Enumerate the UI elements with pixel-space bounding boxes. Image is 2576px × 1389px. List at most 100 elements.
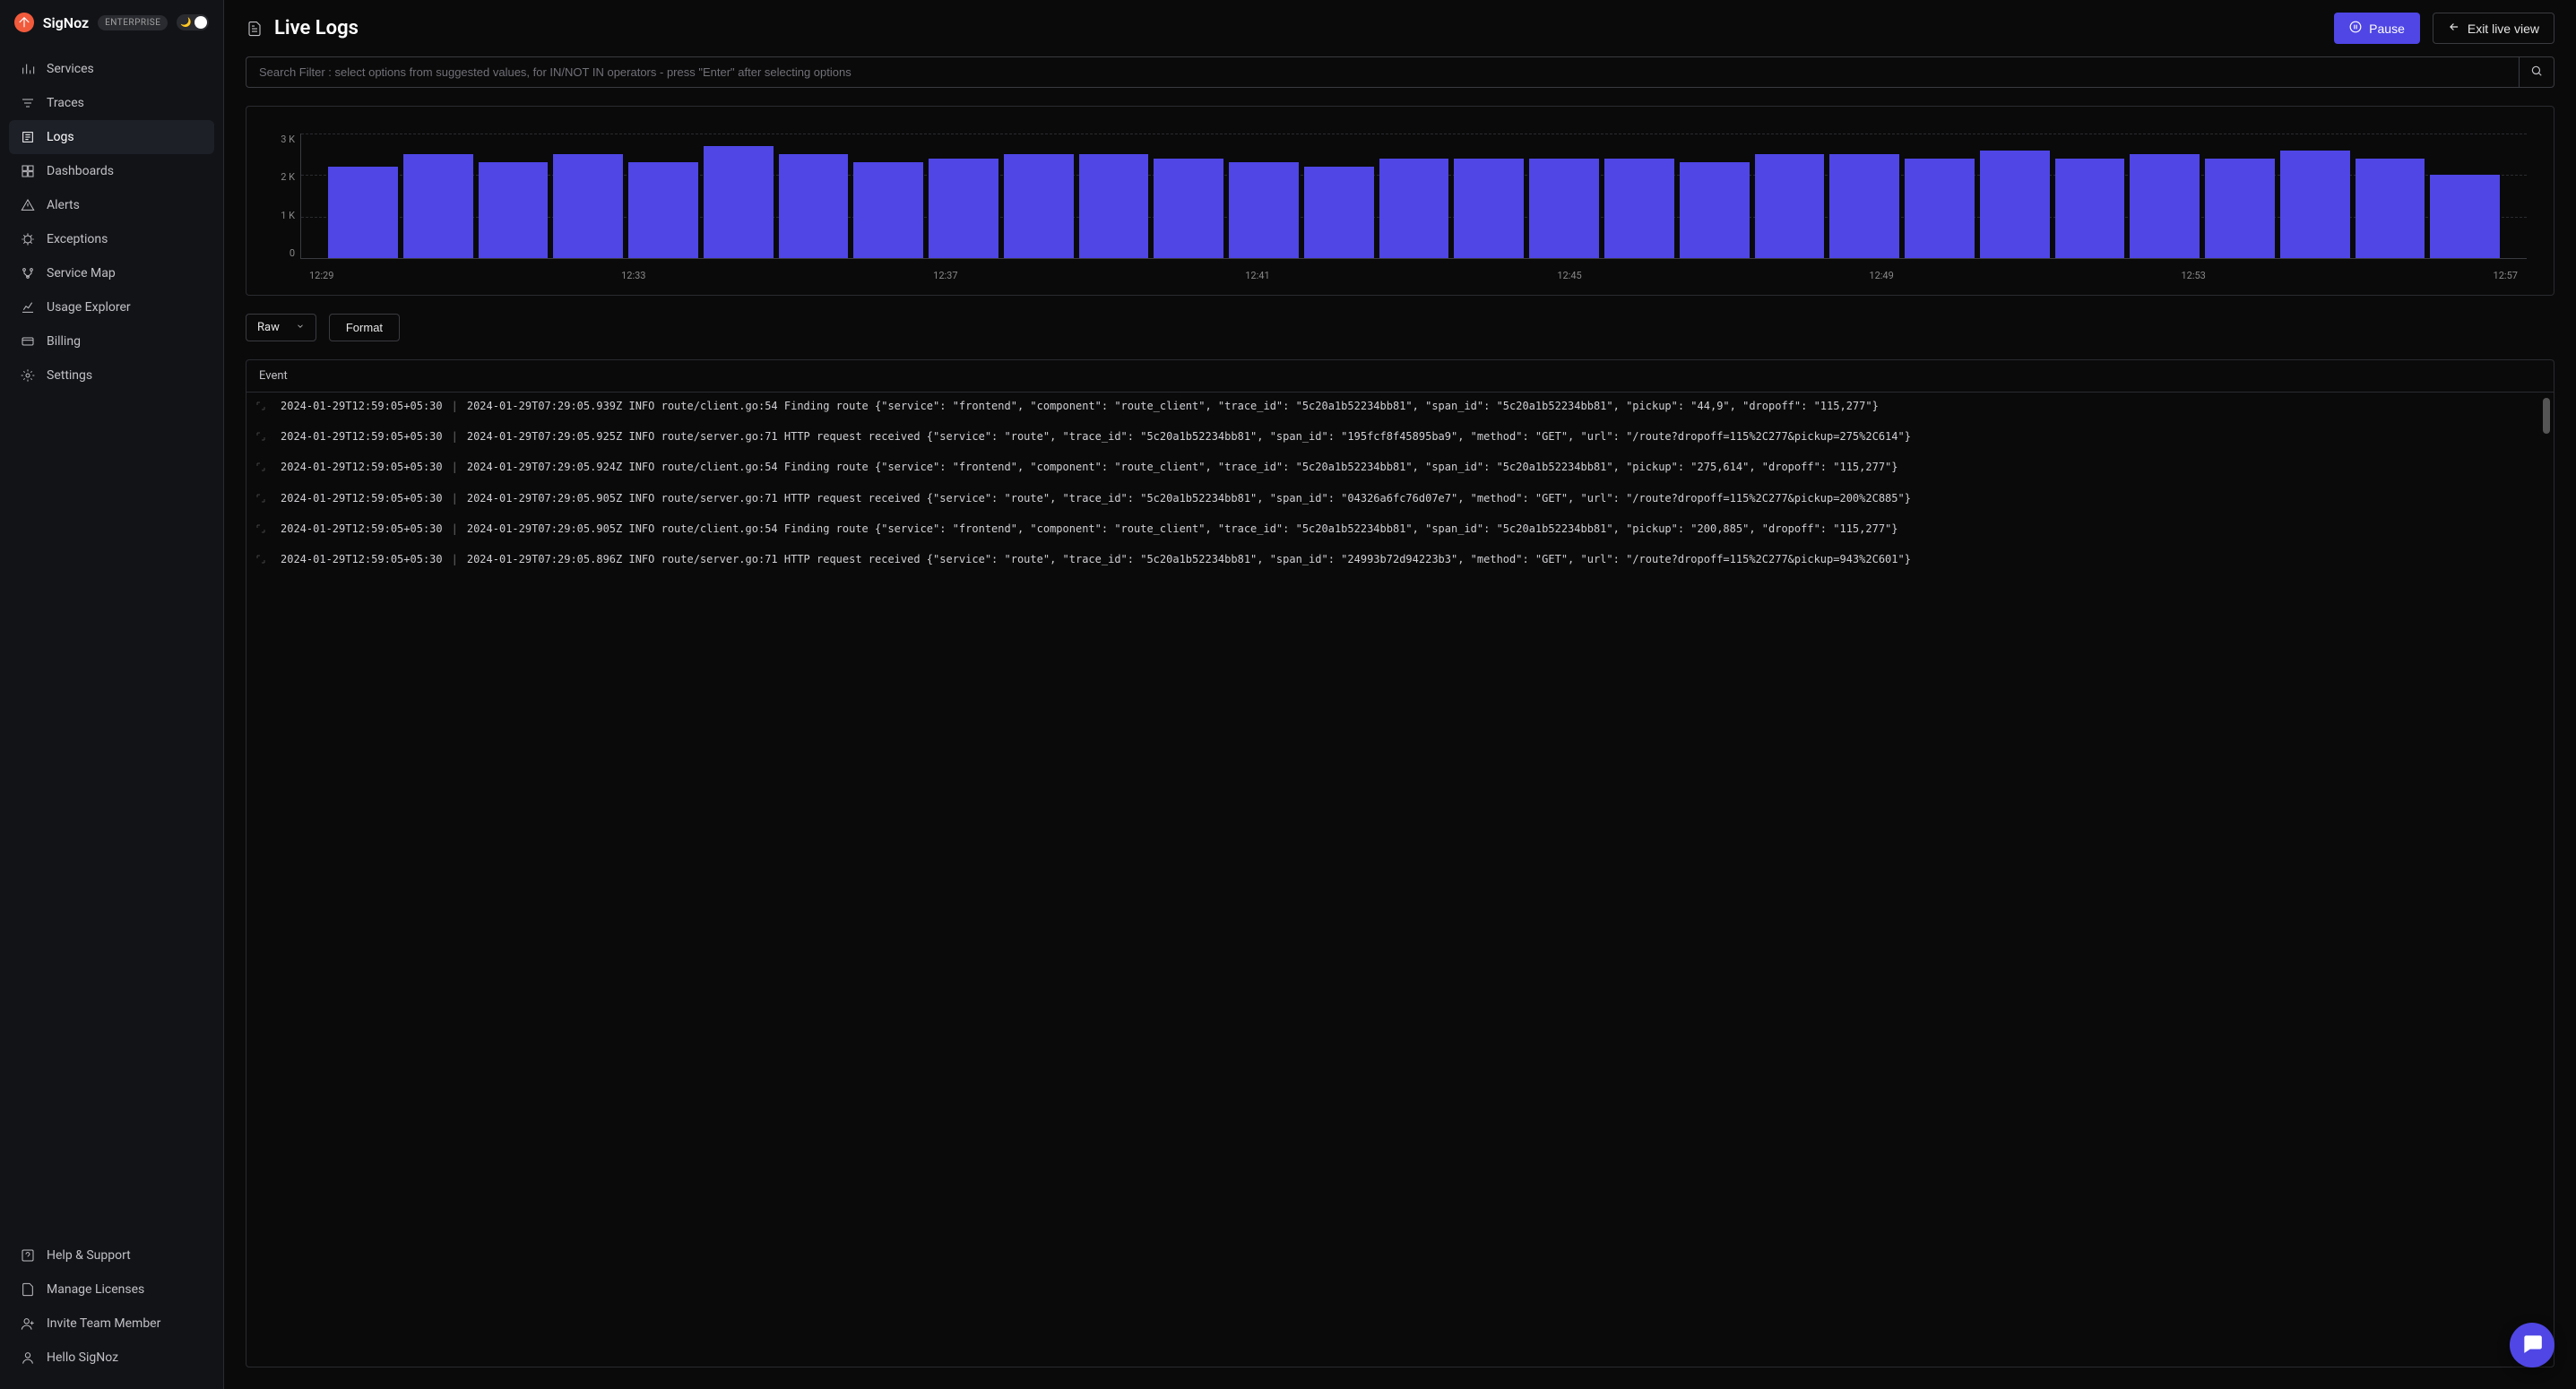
help-chat-button[interactable]	[2510, 1323, 2554, 1367]
sidebar: SigNoz ENTERPRISE 🌙 Services Traces Logs	[0, 0, 224, 1389]
log-row[interactable]: 2024-01-29T12:59:05+05:30|2024-01-29T07:…	[246, 515, 2554, 546]
chart-bar[interactable]	[853, 162, 923, 258]
pause-button[interactable]: Pause	[2334, 13, 2420, 44]
sidebar-item-settings[interactable]: Settings	[9, 358, 214, 393]
expand-icon[interactable]	[255, 490, 272, 509]
x-tick: 12:57	[2494, 270, 2518, 286]
chart-x-axis: 12:2912:3312:3712:4112:4512:4912:5312:57	[300, 264, 2527, 286]
chart-bar[interactable]	[1529, 159, 1599, 258]
expand-icon[interactable]	[255, 459, 272, 478]
x-tick: 12:37	[933, 270, 957, 286]
toggle-knob	[194, 16, 207, 29]
theme-toggle[interactable]: 🌙	[177, 14, 209, 30]
sidebar-item-traces[interactable]: Traces	[9, 86, 214, 120]
chart-bar[interactable]	[1980, 151, 2050, 258]
pause-label: Pause	[2369, 22, 2405, 36]
sidebar-item-dashboards[interactable]: Dashboards	[9, 154, 214, 188]
user-icon	[20, 1350, 36, 1366]
chart-bar[interactable]	[628, 162, 698, 258]
format-button[interactable]: Format	[329, 314, 400, 341]
top-actions: Pause Exit live view	[2334, 13, 2554, 44]
logs-icon	[20, 129, 36, 145]
log-message: 2024-01-29T07:29:05.939Z INFO route/clie…	[467, 398, 2545, 417]
sidebar-item-invite[interactable]: Invite Team Member	[9, 1307, 214, 1341]
chart-bar[interactable]	[1905, 159, 1975, 258]
exit-live-view-button[interactable]: Exit live view	[2433, 13, 2554, 44]
chart-bar[interactable]	[328, 167, 398, 258]
log-separator: |	[452, 521, 458, 539]
log-table-body[interactable]: 2024-01-29T12:59:05+05:30 | 2024-01-29T07:…	[246, 393, 2554, 1367]
chart-bar[interactable]	[929, 159, 998, 258]
chart-bar[interactable]	[2430, 175, 2500, 258]
sidebar-item-help[interactable]: Help & Support	[9, 1238, 214, 1273]
sidebar-item-service-map[interactable]: Service Map	[9, 256, 214, 290]
log-row[interactable]: 2024-01-29T12:59:05+05:30|2024-01-29T07:…	[246, 546, 2554, 576]
chart-bar[interactable]	[2356, 159, 2425, 258]
sidebar-item-alerts[interactable]: Alerts	[9, 188, 214, 222]
search-input[interactable]	[246, 56, 2519, 88]
chart-bar[interactable]	[1755, 154, 1825, 258]
chart-bar[interactable]	[2130, 154, 2200, 258]
scrollbar-thumb[interactable]	[2543, 398, 2550, 434]
chart-bar[interactable]	[1829, 154, 1899, 258]
sidebar-item-logs[interactable]: Logs	[9, 120, 214, 154]
expand-icon[interactable]	[255, 428, 272, 447]
exit-label: Exit live view	[2468, 22, 2539, 36]
sidebar-item-label: Dashboards	[47, 164, 114, 178]
log-message: 2024-01-29T07:29:05.925Z INFO route/serv…	[467, 428, 2545, 447]
chart-bar[interactable]	[2055, 159, 2125, 258]
page-title: Live Logs	[274, 17, 359, 39]
sidebar-item-hello[interactable]: Hello SigNoz	[9, 1341, 214, 1375]
log-row[interactable]: 2024-01-29T12:59:05+05:30|2024-01-29T07:…	[246, 393, 2554, 423]
chart-bar[interactable]	[704, 146, 774, 258]
chart-bar[interactable]	[1154, 159, 1223, 258]
main-nav: Services Traces Logs Dashboards Alerts E…	[0, 45, 223, 1230]
sidebar-item-usage-explorer[interactable]: Usage Explorer	[9, 290, 214, 324]
chart-bar[interactable]	[779, 154, 849, 258]
expand-icon[interactable]	[255, 521, 272, 539]
chart-bar[interactable]	[1454, 159, 1524, 258]
chart-bar[interactable]	[1680, 162, 1750, 258]
chat-icon	[2520, 1332, 2544, 1359]
brand-name: SigNoz	[43, 14, 89, 31]
chart-bar[interactable]	[1304, 167, 1374, 258]
chart-plot	[300, 134, 2527, 259]
log-timestamp: 2024-01-29T12:59:05+05:30	[281, 490, 443, 509]
chart-bar[interactable]	[1079, 154, 1149, 258]
chart-bar[interactable]	[1229, 162, 1299, 258]
sidebar-item-billing[interactable]: Billing	[9, 324, 214, 358]
bar-chart-icon	[20, 61, 36, 77]
chart-bars	[301, 134, 2527, 258]
chart-bar[interactable]	[1004, 154, 1074, 258]
expand-icon[interactable]	[255, 398, 272, 417]
chart-bar[interactable]	[2205, 159, 2275, 258]
sidebar-item-exceptions[interactable]: Exceptions	[9, 222, 214, 256]
sidebar-item-label: Traces	[47, 96, 84, 110]
chart-bar[interactable]	[403, 154, 473, 258]
log-panel: Event 2024-01-29T12:59:05+05:30 | 2024-01-…	[246, 359, 2554, 1367]
plan-badge: ENTERPRISE	[98, 15, 168, 30]
sidebar-bottom: Help & Support Manage Licenses Invite Te…	[0, 1230, 223, 1389]
log-row[interactable]: 2024-01-29T12:59:05+05:30|2024-01-29T07:…	[246, 485, 2554, 515]
log-message: 2024-01-29T07:29:05.905Z INFO route/serv…	[467, 490, 2545, 509]
view-mode-select[interactable]: Raw	[246, 314, 316, 341]
sidebar-item-label: Help & Support	[47, 1248, 131, 1263]
search-icon	[2530, 65, 2543, 80]
chart-bar[interactable]	[479, 162, 549, 258]
sidebar-item-licenses[interactable]: Manage Licenses	[9, 1273, 214, 1307]
log-separator: |	[452, 398, 458, 417]
chart-bar[interactable]	[2280, 151, 2350, 258]
sidebar-item-label: Invite Team Member	[47, 1316, 160, 1331]
chart-bar[interactable]	[1604, 159, 1674, 258]
expand-icon[interactable]	[255, 551, 272, 570]
sidebar-item-label: Billing	[47, 334, 81, 349]
log-timestamp: 2024-01-29T12:59:05+05:30	[281, 428, 443, 447]
log-row[interactable]: 2024-01-29T12:59:05+05:30|2024-01-29T07:…	[246, 423, 2554, 453]
chart-bar[interactable]	[553, 154, 623, 258]
search-button[interactable]	[2519, 56, 2554, 88]
topbar: Live Logs Pause Exit live view	[224, 0, 2576, 56]
sidebar-item-services[interactable]: Services	[9, 52, 214, 86]
log-row[interactable]: 2024-01-29T12:59:05+05:30|2024-01-29T07:…	[246, 453, 2554, 484]
log-table-header: Event	[246, 360, 2554, 393]
chart-bar[interactable]	[1379, 159, 1449, 258]
